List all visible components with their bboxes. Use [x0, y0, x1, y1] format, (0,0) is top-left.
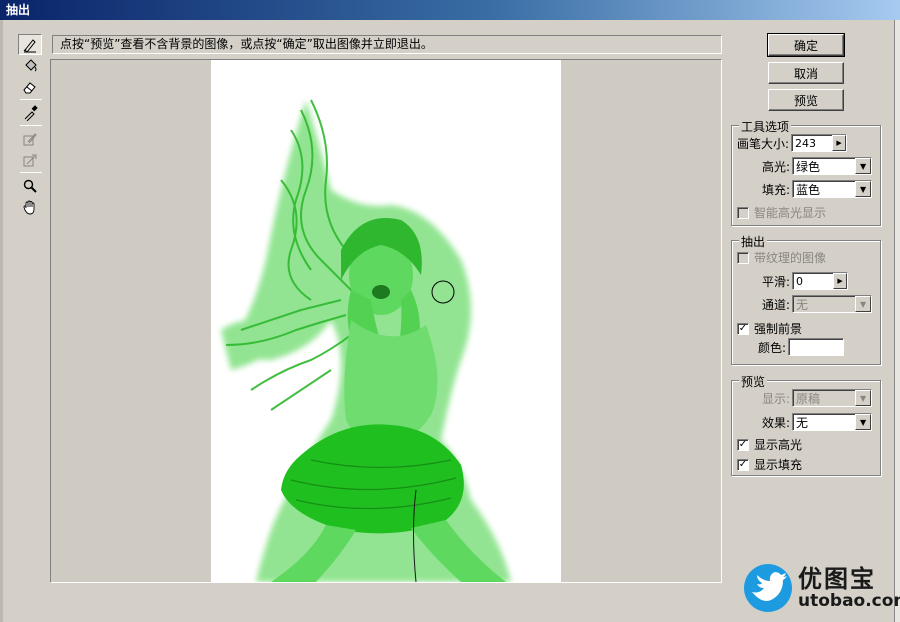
- channel-label: 通道:: [762, 297, 791, 312]
- effect-label: 效果:: [762, 415, 791, 430]
- show-highlight-row: ✓ 显示高光: [737, 436, 802, 453]
- window-left-edge: [0, 20, 3, 622]
- tool-separator: [20, 172, 42, 173]
- smooth-label: 平滑:: [762, 274, 791, 289]
- fill-row: 填充: 蓝色 ▼: [762, 180, 873, 198]
- show-label: 显示:: [762, 391, 791, 406]
- show-select[interactable]: 原稿 ▼: [792, 389, 873, 407]
- smooth-row: 平滑: 0 ▶: [762, 272, 849, 290]
- effect-row: 效果: 无 ▼: [762, 413, 873, 431]
- effect-select[interactable]: 无 ▼: [792, 413, 873, 431]
- cleanup-icon[interactable]: [18, 128, 42, 149]
- eraser-icon[interactable]: [18, 76, 42, 97]
- eyedropper-icon[interactable]: [18, 102, 42, 123]
- chevron-down-icon[interactable]: ▼: [855, 181, 872, 197]
- edge-highlighter-icon[interactable]: [18, 34, 42, 55]
- brush-size-field[interactable]: 243 ▶: [791, 134, 848, 152]
- hint-text: 点按“预览”查看不含背景的图像，或点按“确定”取出图像并立即退出。: [60, 37, 433, 51]
- cancel-button[interactable]: 取消: [768, 62, 844, 84]
- highlight-select[interactable]: 绿色 ▼: [792, 157, 873, 175]
- tool-separator: [20, 125, 42, 126]
- group-title: 预览: [739, 373, 768, 390]
- window-title: 抽出: [6, 3, 31, 17]
- smart-highlight-label: 智能高光显示: [754, 206, 827, 220]
- fill-value: 蓝色: [796, 182, 821, 197]
- hint-bar: 点按“预览”查看不含背景的图像，或点按“确定”取出图像并立即退出。: [52, 35, 722, 54]
- channel-row: 通道: 无 ▼: [762, 295, 873, 313]
- textured-checkbox[interactable]: [737, 251, 749, 264]
- textured-row: 带纹理的图像: [737, 249, 826, 266]
- color-swatch[interactable]: [788, 338, 845, 356]
- highlight-label: 高光:: [762, 159, 791, 174]
- fill-label: 填充:: [762, 182, 791, 197]
- channel-select[interactable]: 无 ▼: [792, 295, 873, 313]
- brush-size-label: 画笔大小:: [737, 136, 790, 151]
- tool-separator: [20, 99, 42, 100]
- show-highlight-checkbox[interactable]: ✓: [737, 438, 749, 451]
- watermark-name: 优图宝: [798, 565, 876, 593]
- toolbox: [18, 34, 44, 217]
- brush-size-row: 画笔大小: 243 ▶: [737, 134, 848, 152]
- show-fill-row: ✓ 显示填充: [737, 456, 802, 473]
- smooth-field[interactable]: 0 ▶: [792, 272, 849, 290]
- textured-label: 带纹理的图像: [754, 251, 827, 265]
- show-highlight-label: 显示高光: [754, 438, 803, 452]
- chevron-down-icon[interactable]: ▼: [855, 390, 872, 406]
- title-bar: 抽出: [0, 0, 900, 20]
- edge-touchup-icon[interactable]: [18, 149, 42, 170]
- force-foreground-checkbox[interactable]: ✓: [737, 322, 749, 335]
- highlight-value: 绿色: [796, 159, 821, 174]
- chevron-down-icon[interactable]: ▼: [855, 296, 872, 312]
- highlighted-subject: [221, 99, 511, 582]
- window-right-edge: [894, 20, 900, 622]
- group-title: 抽出: [739, 233, 768, 250]
- chevron-down-icon[interactable]: ▼: [855, 158, 872, 174]
- smart-highlight-checkbox[interactable]: [737, 206, 749, 219]
- preview-canvas[interactable]: [50, 59, 722, 583]
- group-title: 工具选项: [739, 118, 792, 135]
- show-fill-checkbox[interactable]: ✓: [737, 458, 749, 471]
- smart-highlight-row: 智能高光显示: [737, 204, 826, 221]
- fill-select[interactable]: 蓝色 ▼: [792, 180, 873, 198]
- watermark-url: utobao.com: [798, 591, 900, 611]
- force-foreground-label: 强制前景: [754, 322, 803, 336]
- triangle-right-icon[interactable]: ▶: [832, 135, 847, 151]
- show-fill-label: 显示填充: [754, 458, 803, 472]
- color-row: 颜色:: [758, 338, 845, 356]
- ok-button[interactable]: 确定: [767, 33, 845, 57]
- zoom-icon[interactable]: [18, 175, 42, 196]
- watermark-text: 优图宝 utobao.com: [798, 566, 900, 610]
- bird-logo-icon: [744, 564, 792, 612]
- fill-bucket-icon[interactable]: [18, 55, 42, 76]
- effect-value: 无: [796, 415, 809, 430]
- extraction-image[interactable]: [211, 60, 561, 582]
- force-foreground-row: ✓ 强制前景: [737, 320, 802, 337]
- brush-size-value: 243: [795, 136, 817, 150]
- channel-value: 无: [796, 297, 809, 312]
- show-value: 原稿: [796, 391, 821, 406]
- watermark: 优图宝 utobao.com: [742, 562, 900, 614]
- show-row: 显示: 原稿 ▼: [762, 389, 873, 407]
- preview-button[interactable]: 预览: [768, 89, 844, 111]
- smooth-value: 0: [796, 274, 804, 288]
- triangle-right-icon[interactable]: ▶: [833, 273, 848, 289]
- hand-icon[interactable]: [18, 196, 42, 217]
- chevron-down-icon[interactable]: ▼: [855, 414, 872, 430]
- highlight-row: 高光: 绿色 ▼: [762, 157, 873, 175]
- color-label: 颜色:: [758, 340, 787, 355]
